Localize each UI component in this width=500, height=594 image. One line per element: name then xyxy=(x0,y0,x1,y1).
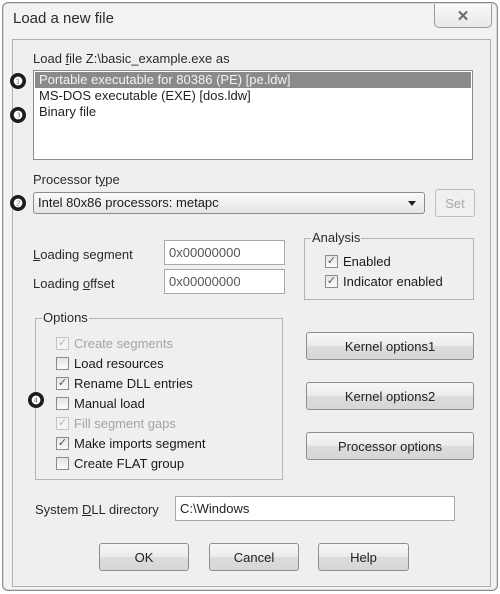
checkmark-icon: ✓ xyxy=(325,254,338,268)
processor-type-select[interactable]: Intel 80x86 processors: metapc xyxy=(33,192,425,214)
system-dll-directory-label: System DLL directory xyxy=(35,502,159,517)
kernel-options2-button[interactable]: Kernel options2 xyxy=(306,382,474,410)
load-resources-label: Load resources xyxy=(74,355,164,371)
checkbox-empty-icon xyxy=(56,396,69,410)
checkmark-icon: ✓ xyxy=(56,416,69,430)
create-flat-group-label: Create FLAT group xyxy=(74,455,185,471)
dialog-title: Load a new file xyxy=(13,10,114,27)
make-imports-segment-label: Make imports segment xyxy=(74,435,206,451)
load-file-dialog: Load a new file ✕ Load file Z:\basic_exa… xyxy=(2,2,498,591)
indicator-enabled-checkbox[interactable]: ✓ Indicator enabled xyxy=(325,272,443,290)
loading-segment-label: Loading segment xyxy=(33,247,133,262)
processor-type-label: Processor type xyxy=(33,172,120,187)
checkbox-empty-icon xyxy=(56,356,69,370)
loading-segment-input[interactable]: 0x00000000 xyxy=(164,240,285,265)
checkmark-icon: ✓ xyxy=(325,274,338,288)
fill-segment-gaps-label: Fill segment gaps xyxy=(74,415,176,431)
rename-dll-entries-label: Rename DLL entries xyxy=(74,375,193,391)
checkmark-icon: ✓ xyxy=(56,436,69,450)
close-button[interactable]: ✕ xyxy=(434,4,492,28)
fill-segment-gaps-checkbox[interactable]: ✓ Fill segment gaps xyxy=(56,414,176,432)
checkmark-icon: ✓ xyxy=(56,376,69,390)
manual-load-label: Manual load xyxy=(74,395,145,411)
file-format-list[interactable]: Portable executable for 80386 (PE) [pe.l… xyxy=(33,70,473,160)
checkbox-empty-icon xyxy=(56,456,69,470)
analysis-group-title: Analysis xyxy=(311,230,362,245)
create-segments-checkbox[interactable]: ✓ Create segments xyxy=(56,334,173,352)
system-dll-directory-input[interactable]: C:\Windows xyxy=(175,496,455,521)
load-resources-checkbox[interactable]: Load resources xyxy=(56,354,164,372)
callout-marker-2: ❷ xyxy=(10,195,26,211)
rename-dll-entries-checkbox[interactable]: ✓ Rename DLL entries xyxy=(56,374,193,392)
make-imports-segment-checkbox[interactable]: ✓ Make imports segment xyxy=(56,434,206,452)
processor-type-value: Intel 80x86 processors: metapc xyxy=(38,195,219,210)
enabled-checkbox-label: Enabled xyxy=(343,253,391,269)
load-file-label: Load file Z:\basic_example.exe as xyxy=(33,51,230,66)
list-item-binary[interactable]: Binary file xyxy=(35,104,471,120)
options-group-title: Options xyxy=(42,310,89,325)
callout-marker-3: ❸ xyxy=(10,107,26,123)
dialog-body: Load file Z:\basic_example.exe as ❶ ❸ Po… xyxy=(10,39,491,587)
list-item-msdos[interactable]: MS-DOS executable (EXE) [dos.ldw] xyxy=(35,88,471,104)
checkmark-icon: ✓ xyxy=(56,336,69,350)
options-group: Options ✓ Create segments Load resources… xyxy=(35,310,283,480)
kernel-options1-button[interactable]: Kernel options1 xyxy=(306,332,474,360)
dropdown-arrow-icon xyxy=(408,201,416,206)
loading-offset-input[interactable]: 0x00000000 xyxy=(164,269,285,294)
create-segments-label: Create segments xyxy=(74,335,173,351)
help-button[interactable]: Help xyxy=(318,543,409,571)
callout-marker-4: ❹ xyxy=(28,392,44,408)
enabled-checkbox[interactable]: ✓ Enabled xyxy=(325,252,391,270)
ok-button[interactable]: OK xyxy=(99,543,189,571)
indicator-enabled-checkbox-label: Indicator enabled xyxy=(343,273,443,289)
cancel-button[interactable]: Cancel xyxy=(209,543,299,571)
processor-options-button[interactable]: Processor options xyxy=(306,432,474,460)
callout-marker-1: ❶ xyxy=(10,73,26,89)
create-flat-group-checkbox[interactable]: Create FLAT group xyxy=(56,454,184,472)
manual-load-checkbox[interactable]: Manual load xyxy=(56,394,145,412)
close-x-icon: ✕ xyxy=(456,7,470,25)
analysis-group: Analysis ✓ Enabled ✓ Indicator enabled xyxy=(304,230,474,300)
set-button[interactable]: Set xyxy=(435,189,475,217)
list-item-pe[interactable]: Portable executable for 80386 (PE) [pe.l… xyxy=(35,72,471,88)
loading-offset-label: Loading offset xyxy=(33,276,115,291)
